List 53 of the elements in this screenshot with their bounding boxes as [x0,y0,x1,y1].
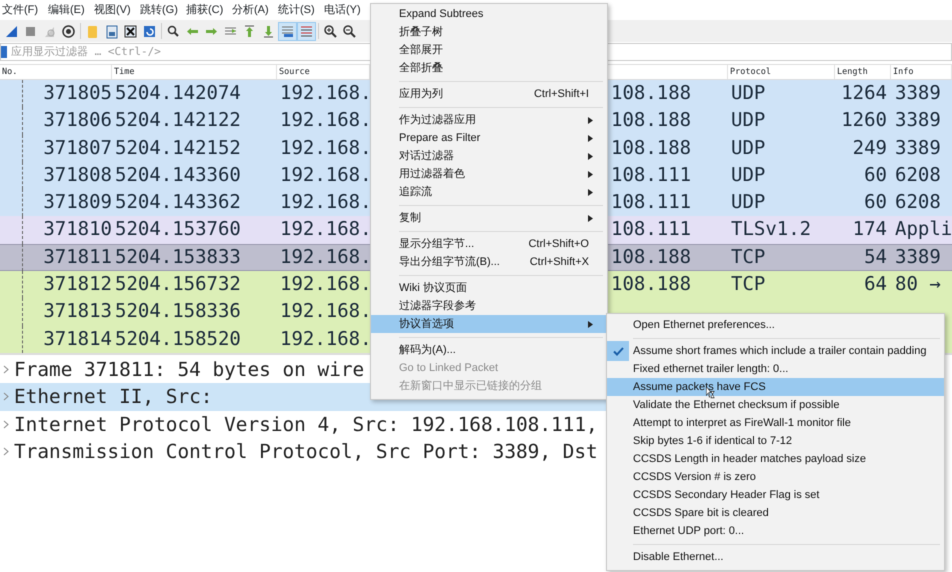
table-cell-text: UDP [730,81,766,106]
table-cell-text: 6208 [894,190,942,216]
table-cell-text: 5204.158520 [114,326,242,352]
table-cell-text: 249 [852,136,888,161]
table-cell-text: 192.168. [279,190,370,216]
table-cell-text: 64 [863,272,888,298]
table-cell-text: UDP [730,162,766,188]
table-cell-text: 5204.153760 [114,217,242,242]
table-cell-text: Appli [894,217,952,242]
table-cell-text: 108.188 [610,272,692,298]
table-cell-text: 192.168. [279,162,370,188]
table-cell-text: 54 [863,244,888,270]
table-cell-text: 108.188 [610,244,692,270]
table-cell-text: 5204.143362 [114,190,242,216]
table-cell-text: TCP [730,244,766,270]
table-cell-text: 192.168. [279,81,370,106]
table-cell-text: 5204.158336 [114,299,242,324]
table-cell-text: 192.168. [279,272,370,298]
table-cell-text: 108.111 [610,162,692,188]
table-cell-text: 80 → [894,272,942,298]
table-cell-text: 1260 [840,108,888,134]
table-cell-text: 5204.142152 [114,136,242,161]
table-cell-text: 60 [863,162,888,188]
table-cell-text: 3389 [894,81,942,106]
table-cell-text: 5204.153833 [114,244,242,270]
table-cell-text: 192.168. [279,217,370,242]
table-cell-text: 5204.142122 [114,108,242,134]
table-cell-text: 1264 [840,81,888,106]
table-cell-text: 5204.143360 [114,162,242,188]
table-cell-text: TCP [730,272,766,298]
table-cell-text: 192.168. [279,244,370,270]
table-cell-text: 108.111 [610,190,692,216]
table-cell-text: 192.168. [279,108,370,134]
table-cell-text: 60 [863,190,888,216]
table-cell-text: 108.188 [610,108,692,134]
table-cell-text: 3389 [894,244,942,270]
table-cell-text: 5204.142074 [114,81,242,106]
table-cell-text: UDP [730,136,766,161]
table-cell-text: 5204.156732 [114,272,242,298]
table-cell-text: 192.168. [279,299,370,324]
table-cell-text: 192.168. [279,136,370,161]
table-cell-text: 6208 [894,162,942,188]
table-cell-text: 3389 [894,136,942,161]
table-cell-text: UDP [730,108,766,134]
table-cell-text: TLSv1.2 [730,217,812,242]
table-cell-text: 108.188 [610,81,692,106]
table-cell-text: 3389 [894,108,942,134]
table-cell: 371814 [22,326,112,353]
table-cell-text: 108.111 [610,217,692,242]
table-cell-text: UDP [730,190,766,216]
table-cell-text: 192.168. [279,326,370,352]
table-cell-text: 174 [852,217,888,242]
table-cell-text: 108.188 [610,136,692,161]
